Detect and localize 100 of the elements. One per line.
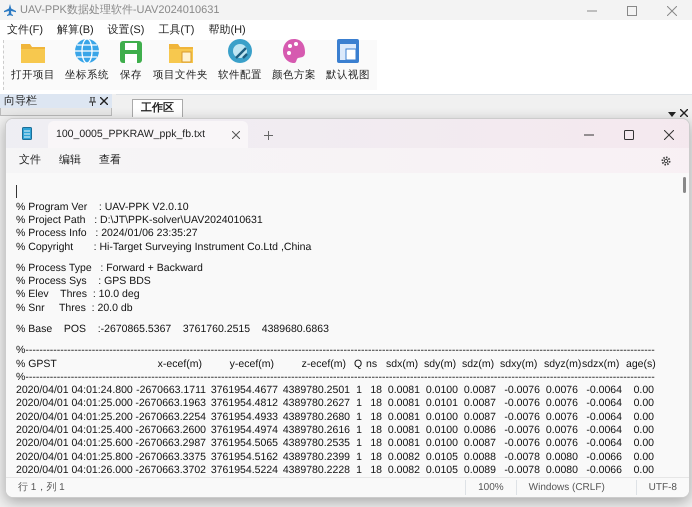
column-header: ns bbox=[366, 358, 378, 371]
data-value: 0.0076 bbox=[544, 397, 579, 411]
workspace-tab[interactable]: 工作区 bbox=[132, 99, 183, 116]
toolbar-button[interactable]: 打开项目 bbox=[8, 38, 58, 86]
data-value: 0.0105 bbox=[424, 450, 459, 464]
data-value: 0.0100 bbox=[424, 384, 459, 398]
column-header: Q bbox=[354, 358, 364, 371]
plane-icon bbox=[4, 4, 16, 16]
toolbar-button[interactable]: 软件配置 bbox=[215, 36, 265, 86]
close-icon[interactable] bbox=[100, 97, 108, 105]
data-value: 4389780.2501 bbox=[282, 384, 351, 398]
menu-item[interactable]: 文件(F) bbox=[0, 22, 50, 38]
text-line: % Snr Thres : 20.0 db bbox=[16, 302, 134, 315]
data-value: 0.0087 bbox=[462, 397, 497, 411]
data-value: 18 bbox=[369, 424, 383, 438]
data-value: -0.0076 bbox=[503, 397, 541, 411]
data-value: 0.0100 bbox=[424, 424, 459, 438]
menu-item[interactable]: 解算(B) bbox=[50, 22, 101, 38]
text-cursor bbox=[16, 184, 17, 198]
data-value: 3761954.5224 bbox=[210, 464, 279, 478]
data-value: -2670663.1711 bbox=[135, 384, 207, 398]
data-value: 0.00 bbox=[632, 424, 655, 438]
data-value: 4389780.2399 bbox=[282, 450, 351, 464]
toolbar-button[interactable]: 默认视图 bbox=[323, 36, 373, 86]
column-header: sdz(m) bbox=[462, 358, 496, 371]
data-value: 18 bbox=[369, 397, 383, 411]
data-value: -0.0078 bbox=[503, 450, 541, 464]
menu-item[interactable]: 编辑 bbox=[50, 152, 90, 169]
file-tab[interactable]: 100_0005_PPKRAW_ppk_fb.txt bbox=[48, 121, 248, 148]
notepad-icon bbox=[22, 126, 32, 140]
column-header: % GPST bbox=[16, 358, 58, 371]
data-value: 0.0089 bbox=[462, 464, 497, 478]
plus-icon[interactable] bbox=[264, 131, 273, 140]
data-value: -2670663.1963 bbox=[134, 397, 207, 411]
data-value: 3761954.5162 bbox=[210, 450, 279, 464]
data-value: 0.0082 bbox=[386, 464, 421, 478]
toolbar-button[interactable]: 保存 bbox=[116, 38, 146, 86]
data-value: 0.0081 bbox=[386, 437, 421, 451]
data-value: 2020/04/01 04:01:25.400 bbox=[16, 424, 132, 438]
data-value: 0.0076 bbox=[544, 410, 579, 424]
data-value: -2670663.2987 bbox=[134, 437, 207, 451]
menu-item[interactable]: 查看 bbox=[90, 152, 130, 169]
data-value: 0.00 bbox=[632, 464, 655, 478]
panel-title: 向导栏 bbox=[4, 94, 38, 109]
close-icon[interactable] bbox=[680, 108, 688, 116]
data-value: 0.0101 bbox=[424, 397, 459, 411]
data-value: 2020/04/01 04:01:25.000 bbox=[16, 397, 132, 411]
data-value: -2670663.2254 bbox=[134, 410, 207, 424]
data-value: 0.0076 bbox=[544, 424, 579, 438]
column-header: sdy(m) bbox=[424, 358, 458, 371]
tab-label: 100_0005_PPKRAW_ppk_fb.txt bbox=[56, 127, 206, 142]
data-value: 1 bbox=[355, 464, 363, 478]
toolbar-button[interactable]: 颜色方案 bbox=[269, 36, 319, 86]
data-value: 18 bbox=[369, 410, 383, 424]
data-value: 2020/04/01 04:01:25.200 bbox=[16, 410, 132, 424]
close-icon[interactable] bbox=[232, 130, 240, 139]
close-icon[interactable] bbox=[664, 130, 674, 140]
data-value: 0.0087 bbox=[462, 410, 497, 424]
column-header: sdzx(m) bbox=[582, 358, 620, 371]
data-value: 18 bbox=[369, 450, 383, 464]
status-text: 100% bbox=[465, 480, 516, 496]
menu-item[interactable]: 帮助(H) bbox=[201, 22, 253, 38]
column-header: sdxy(m) bbox=[500, 358, 538, 371]
menu-item[interactable]: 设置(S) bbox=[100, 22, 152, 38]
column-header: z-ecef(m) bbox=[300, 358, 347, 371]
status-text: UTF-8 bbox=[636, 480, 689, 496]
status-text: 行 1，列 1 bbox=[17, 481, 66, 496]
menu-item[interactable]: 文件 bbox=[10, 152, 50, 169]
data-value: 0.0076 bbox=[544, 384, 579, 398]
data-value: -2670663.3375 bbox=[134, 450, 207, 464]
text-line: % Elev Thres : 10.0 deg bbox=[16, 288, 141, 302]
window-title: UAV-PPK数据处理软件-UAV2024010631 bbox=[20, 2, 221, 18]
data-value: 0.0100 bbox=[424, 437, 459, 451]
data-value: 0.0105 bbox=[424, 464, 459, 478]
data-value: 0.0087 bbox=[462, 384, 497, 398]
data-value: 3761954.4933 bbox=[210, 410, 279, 424]
data-value: 0.0087 bbox=[462, 437, 497, 451]
toolbar-button[interactable]: 项目文件夹 bbox=[150, 38, 211, 86]
maximize-icon[interactable] bbox=[624, 130, 634, 140]
menu-item[interactable]: 工具(T) bbox=[151, 22, 202, 38]
toolbar-button[interactable]: 坐标系统 bbox=[62, 36, 112, 86]
data-value: 3761954.4677 bbox=[210, 384, 279, 398]
data-value: 3761954.5065 bbox=[210, 437, 279, 451]
data-value: 4389780.2680 bbox=[282, 410, 351, 424]
text-line: % Project Path : D:\JT\PPK-solver\UAV2024010631 bbox=[16, 214, 264, 228]
data-value: 3761954.4974 bbox=[210, 424, 279, 438]
data-value: 0.00 bbox=[632, 437, 655, 451]
status-text: Windows (CRLF) bbox=[516, 480, 636, 496]
data-value: 1 bbox=[355, 437, 363, 451]
minimize-icon[interactable] bbox=[584, 134, 594, 136]
data-value: 0.0080 bbox=[544, 450, 579, 464]
data-value: -0.0064 bbox=[585, 384, 623, 398]
pin-icon[interactable] bbox=[89, 96, 96, 106]
data-value: 0.0100 bbox=[424, 410, 459, 424]
scrollbar-thumb bbox=[683, 176, 686, 193]
text-line: % Base POS :-2670865.5367 3761760.2515 4389680.6863 bbox=[16, 322, 330, 336]
data-value: -0.0066 bbox=[585, 464, 623, 478]
data-value: 2020/04/01 04:01:25.600 bbox=[16, 437, 132, 451]
data-value: 0.0088 bbox=[462, 450, 497, 464]
data-value: -0.0076 bbox=[503, 384, 541, 398]
